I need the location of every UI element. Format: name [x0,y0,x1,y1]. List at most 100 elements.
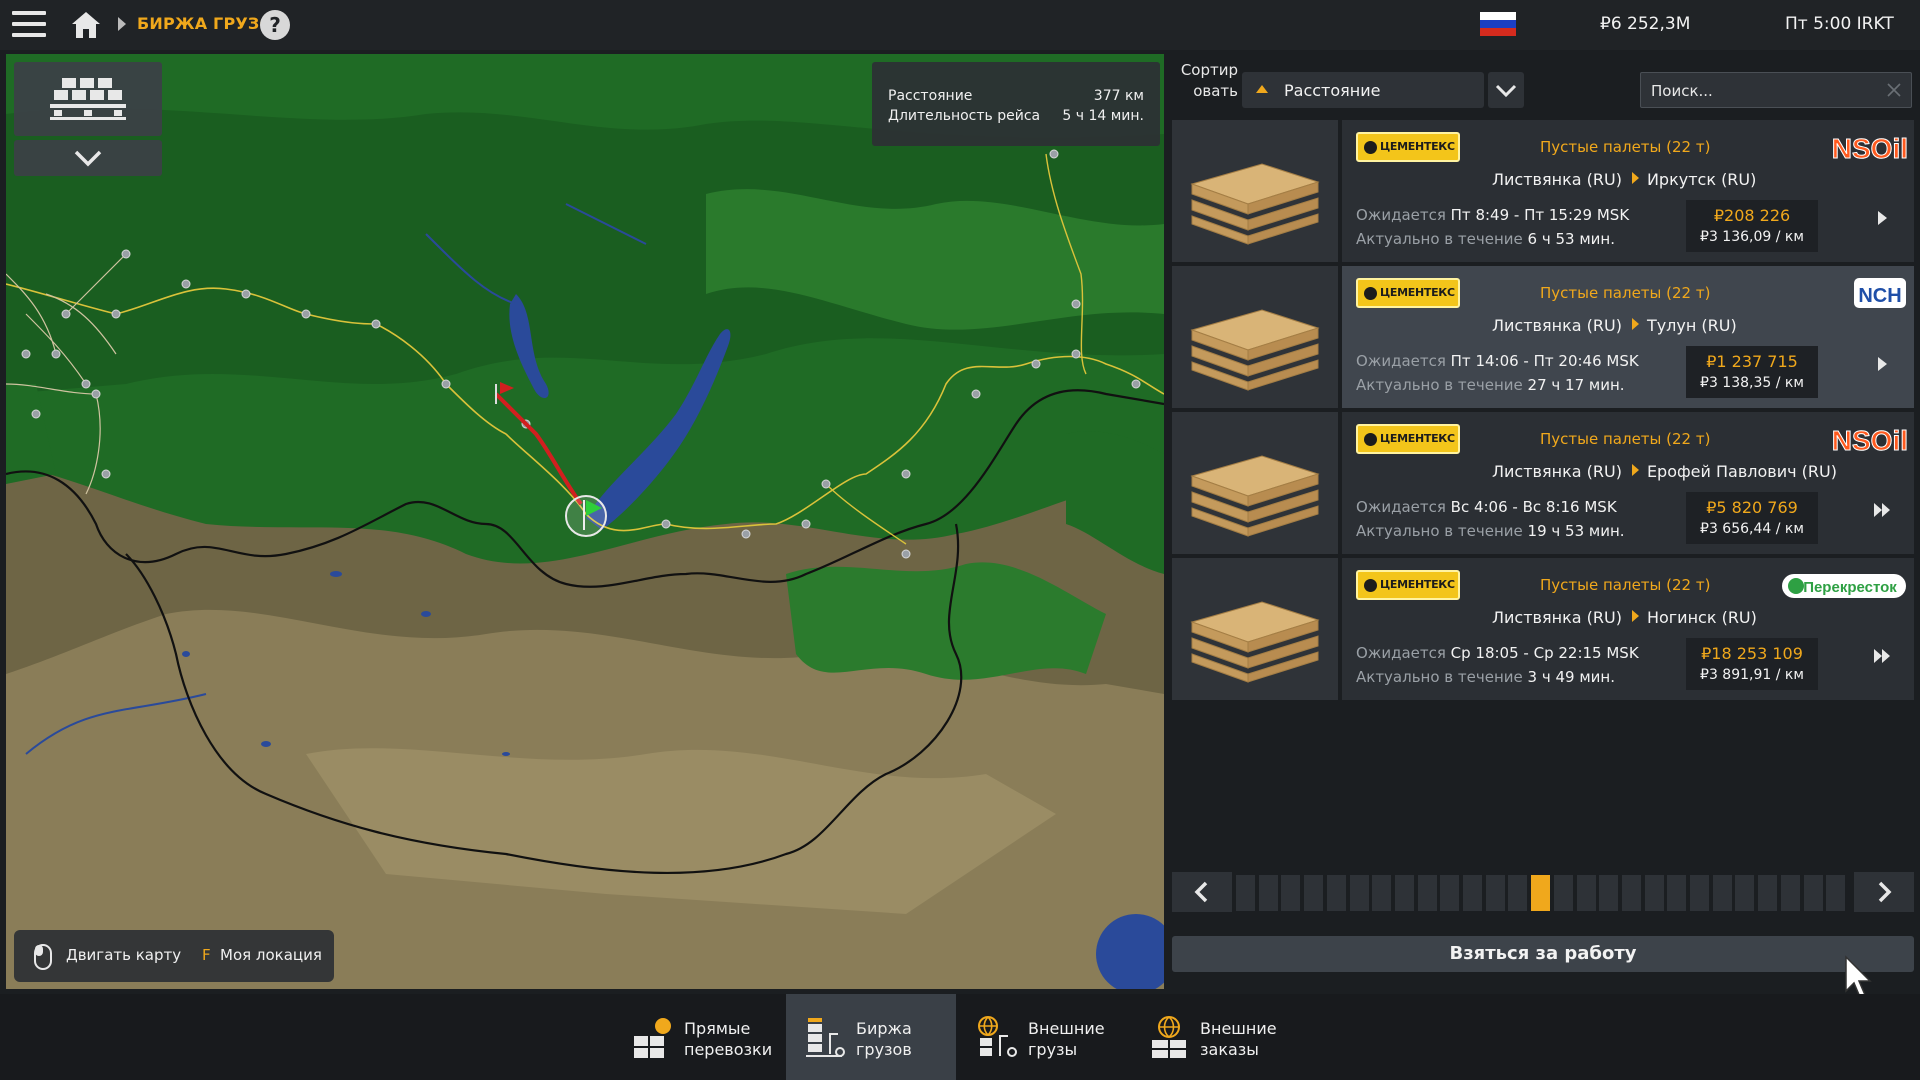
page-indicator[interactable] [1803,875,1823,911]
page-indicator[interactable] [1758,875,1778,911]
page-indicator[interactable] [1531,875,1551,911]
fast-forward-icon[interactable] [1870,646,1894,666]
svg-text:NSOil: NSOil [1832,425,1908,456]
play-arrow-icon[interactable] [1870,354,1894,374]
nch-logo: NCH [1854,278,1906,308]
key-f-hint: F [202,946,211,964]
home-icon[interactable] [70,10,102,40]
destination: Тулун (RU) [1646,316,1737,335]
payment: ₽208 226 ₽3 136,09 / км [1686,200,1818,252]
page-indicator[interactable] [1349,875,1369,911]
page-indicator[interactable] [1440,875,1460,911]
tab-direct-delivery-label: Прямые перевозки [684,1019,773,1059]
company-logo: ЦЕМЕНТЕКС [1356,570,1460,600]
take-job-button[interactable]: Взяться за работу [1172,936,1914,972]
job-row[interactable]: ЦЕМЕНТЕКС Пустые палеты (22 т) Перекрест… [1172,558,1914,700]
page-indicator[interactable] [1463,875,1482,911]
cargo-name: Пустые палеты (22 т) [1540,576,1711,594]
tab-freight-market[interactable]: Биржа грузов [786,994,956,1080]
payment: ₽18 253 109 ₽3 891,91 / км [1686,638,1818,690]
payment: ₽1 237 715 ₽3 138,35 / км [1686,346,1818,398]
page-indicator[interactable] [1304,875,1324,911]
route: Листвянка (RU) Иркутск (RU) [1492,170,1756,189]
expected-time: Ожидается Вс 4:06 - Вс 8:16 MSK [1356,498,1617,516]
job-details: ЦЕМЕНТЕКС Пустые палеты (22 т) NCH Листв… [1342,266,1914,408]
page-indicator[interactable] [1826,875,1846,911]
sort-select[interactable]: Расстояние [1242,72,1484,108]
expected-time: Ожидается Пт 14:06 - Пт 20:46 MSK [1356,352,1639,370]
cargo-name: Пустые палеты (22 т) [1540,430,1711,448]
page-indicator[interactable] [1281,875,1301,911]
cargo-filter-button[interactable] [14,62,162,136]
page-indicator[interactable] [1553,875,1573,911]
breadcrumb-arrow-icon [118,17,126,31]
page-indicator[interactable] [1258,875,1278,911]
freight-market-icon [806,1018,845,1057]
job-details: ЦЕМЕНТЕКС Пустые палеты (22 т) NSOil Лис… [1342,120,1914,262]
page-indicator[interactable] [1485,875,1505,911]
cargo-name: Пустые палеты (22 т) [1540,138,1711,156]
tab-freight-market-label: Биржа грузов [856,1019,912,1059]
my-location-button[interactable]: Моя локация [220,946,322,964]
perekrestok-logo: Перекресток [1782,574,1906,598]
tab-external-orders-label: Внешние заказы [1200,1019,1277,1059]
page-indicator[interactable] [1236,875,1255,911]
close-icon[interactable] [1885,81,1903,99]
page-indicator[interactable] [1621,875,1641,911]
page-indicator[interactable] [1394,875,1414,911]
pallets-icon [50,78,126,120]
cargo-thumbnail [1172,412,1338,554]
origin: Листвянка (RU) [1492,316,1622,335]
destination: Ерофей Павлович (RU) [1646,462,1837,481]
menu-icon[interactable] [12,11,46,39]
cargo-filter-dropdown[interactable] [14,140,162,176]
distance-value: 377 км [1093,88,1144,104]
pallet-icon [1190,309,1320,391]
page-indicator[interactable] [1644,875,1664,911]
page-indicator[interactable] [1576,875,1596,911]
tab-direct-delivery[interactable]: Прямые перевозки [614,994,784,1080]
page-indicator[interactable] [1417,875,1437,911]
cargo-thumbnail [1172,266,1338,408]
pallet-icon [1190,601,1320,683]
job-row[interactable]: ЦЕМЕНТЕКС Пустые палеты (22 т) NSOil Лис… [1172,412,1914,554]
play-arrow-icon[interactable] [1870,208,1894,228]
page-indicator[interactable] [1508,875,1528,911]
cargo-thumbnail [1172,558,1338,700]
tab-external-cargo[interactable]: Внешние грузы [958,994,1128,1080]
svg-text:NSOil: NSOil [1832,133,1908,164]
valid-time: Актуально в течение 3 ч 49 мин. [1356,668,1615,686]
valid-time: Актуально в течение 27 ч 17 мин. [1356,376,1625,394]
fast-forward-icon[interactable] [1870,500,1894,520]
page-indicator[interactable] [1372,875,1392,911]
origin: Листвянка (RU) [1492,608,1622,627]
next-page-button[interactable] [1854,872,1914,912]
external-cargo-icon [978,1016,1017,1057]
tab-external-orders[interactable]: Внешние заказы [1130,994,1300,1080]
valid-time: Актуально в течение 19 ч 53 мин. [1356,522,1625,540]
page-indicator[interactable] [1712,875,1732,911]
payment: ₽5 820 769 ₽3 656,44 / км [1686,492,1818,544]
page-indicator[interactable] [1690,875,1709,911]
job-row[interactable]: ЦЕМЕНТЕКС Пустые палеты (22 т) NSOil Лис… [1172,120,1914,262]
prev-page-button[interactable] [1172,872,1232,912]
page-indicator[interactable] [1326,875,1346,911]
page-indicator[interactable] [1780,875,1800,911]
valid-time: Актуально в течение 6 ч 53 мин. [1356,230,1615,248]
page-indicator[interactable] [1667,875,1687,911]
page-indicator[interactable] [1735,875,1755,911]
money-balance: ₽6 252,3M [1600,14,1691,34]
company-logo: ЦЕМЕНТЕКС [1356,278,1460,308]
search-input[interactable] [1651,80,1871,102]
nsoil-logo: NSOil [1831,133,1908,165]
route-info-panel: Расстояние 377 км Длительность рейса 5 ч… [872,62,1160,146]
help-icon[interactable]: ? [260,10,290,40]
page-indicator[interactable] [1599,875,1619,911]
world-map[interactable]: Расстояние 377 км Длительность рейса 5 ч… [6,54,1164,989]
russia-flag-icon [1480,12,1516,36]
job-row[interactable]: ЦЕМЕНТЕКС Пустые палеты (22 т) NCH Листв… [1172,266,1914,408]
svg-text:Перекресток: Перекресток [1803,579,1897,596]
search-box[interactable] [1640,72,1912,108]
sort-dropdown-button[interactable] [1488,72,1524,108]
expected-time: Ожидается Ср 18:05 - Ср 22:15 MSK [1356,644,1639,662]
